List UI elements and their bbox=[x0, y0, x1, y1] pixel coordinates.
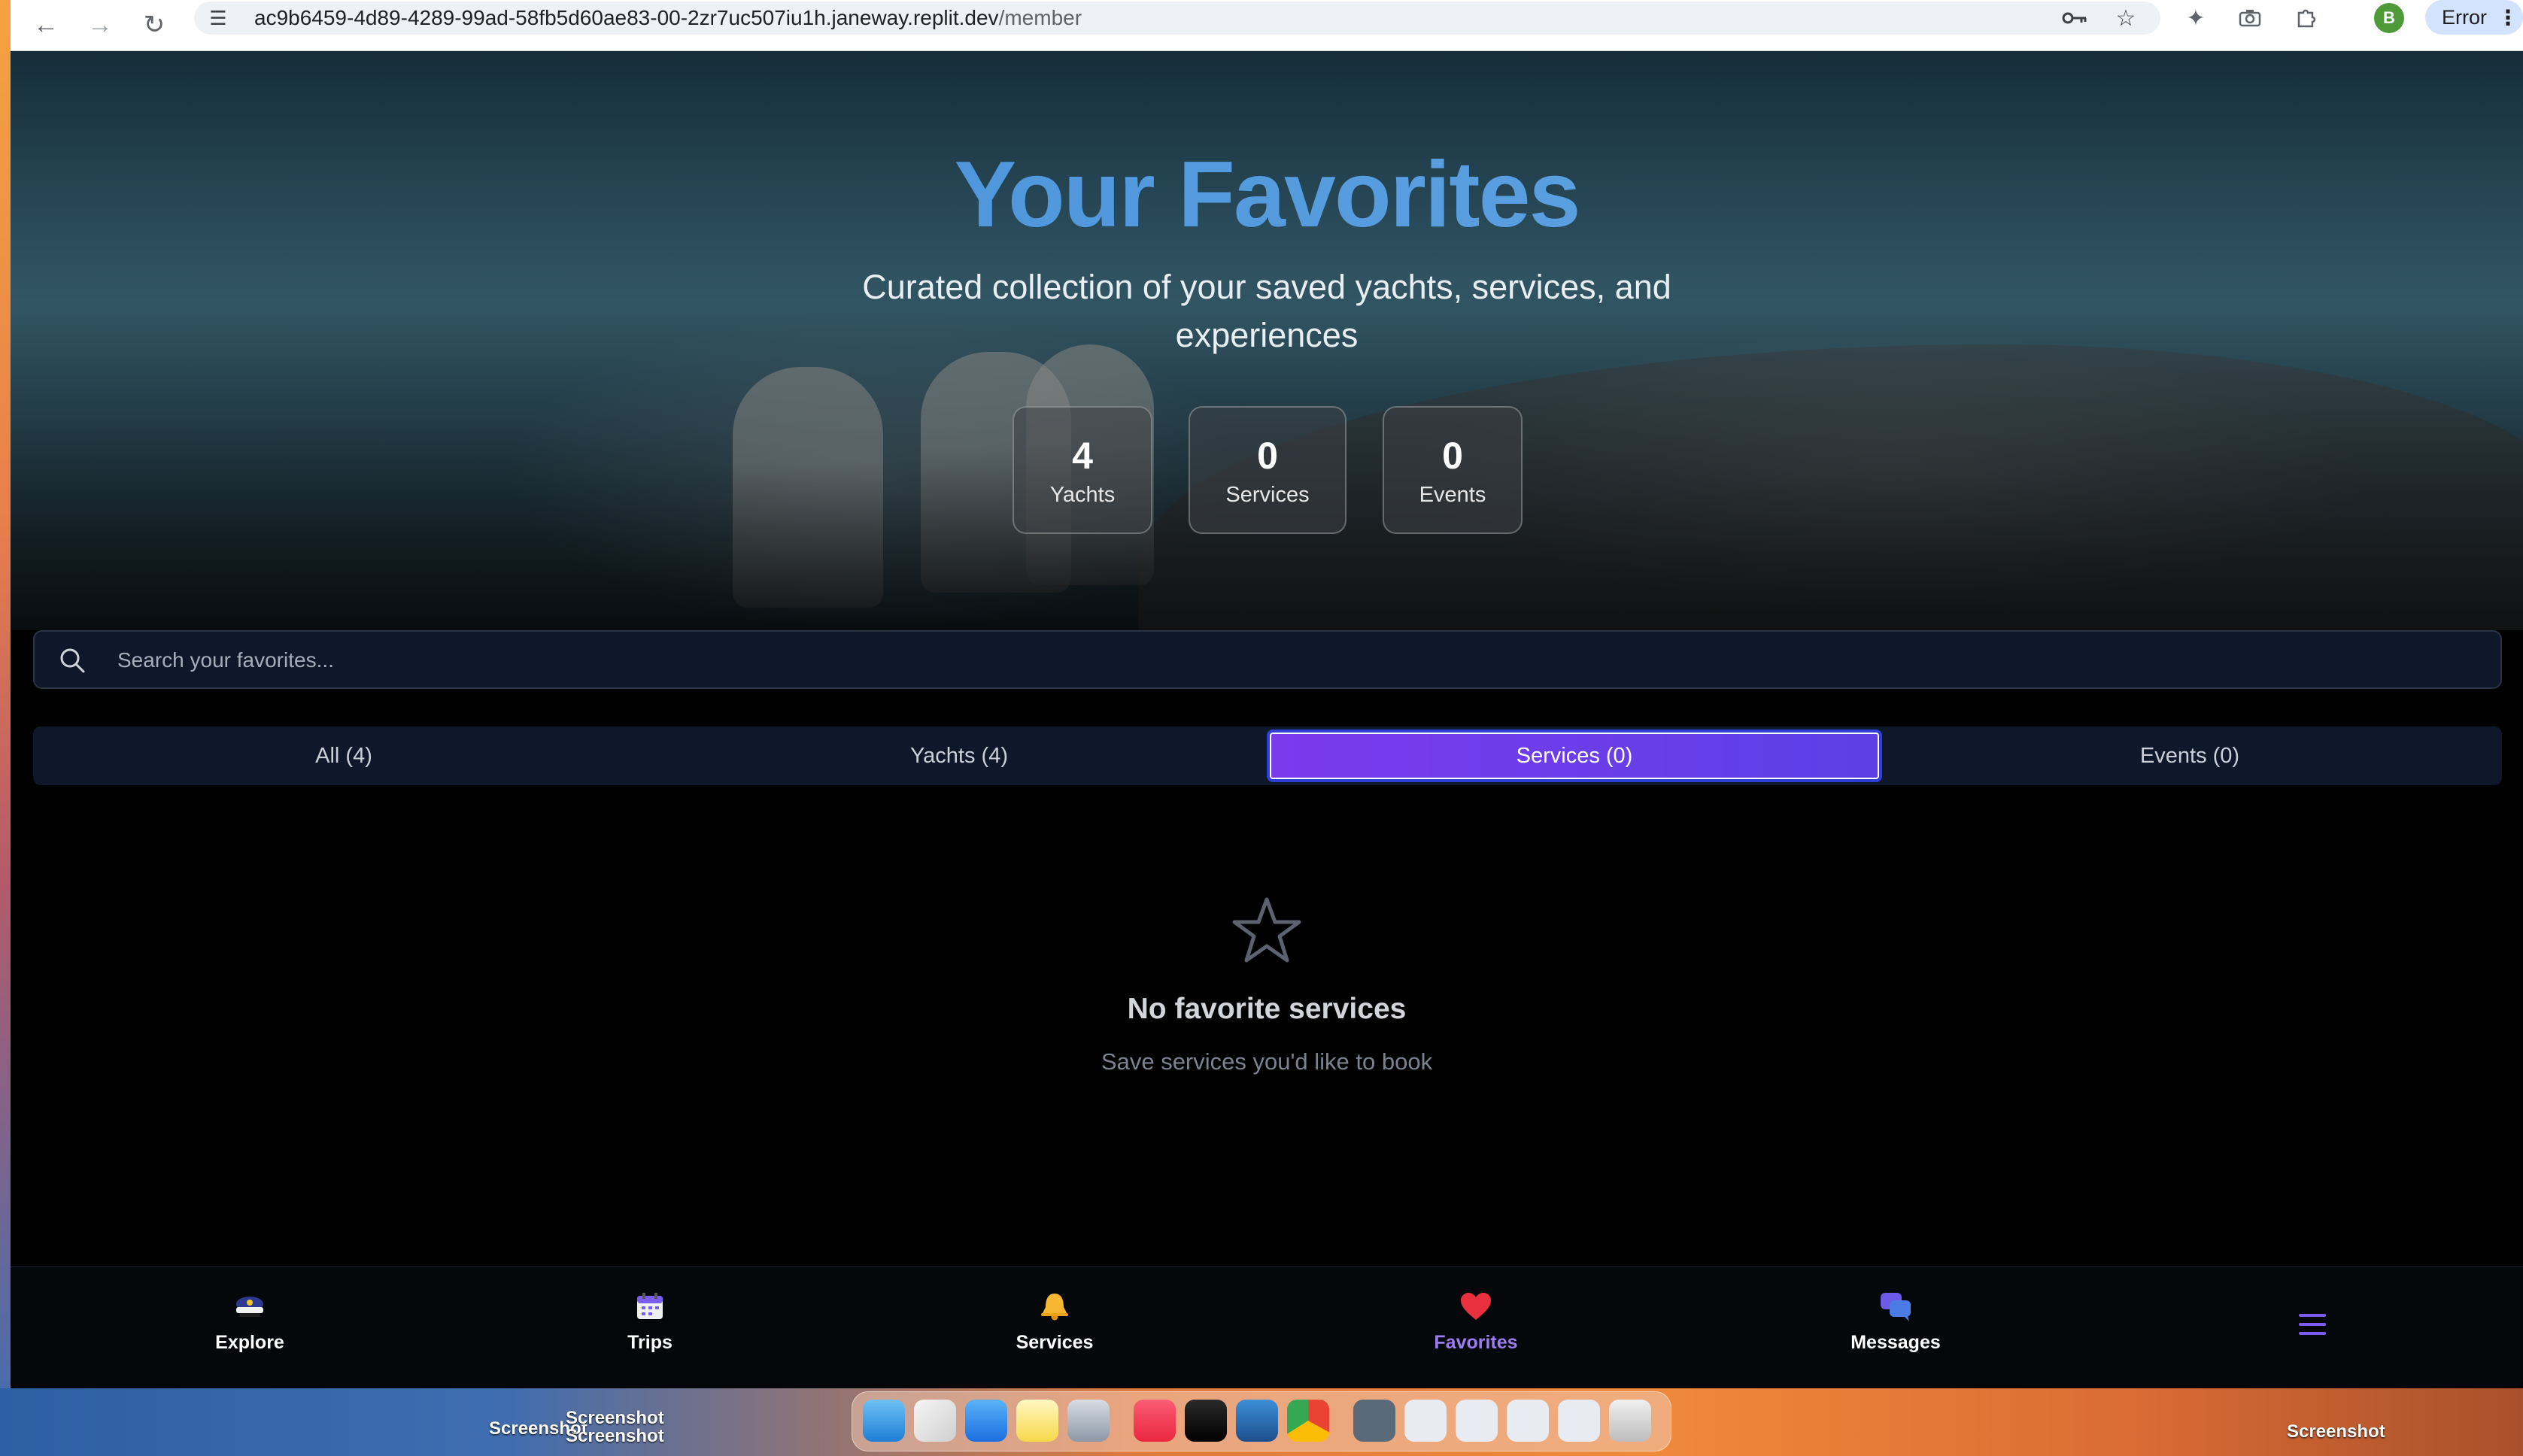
reload-icon[interactable]: ↻ bbox=[132, 3, 176, 47]
url-path: /member bbox=[998, 6, 1082, 29]
chat-bubbles-icon bbox=[1879, 1290, 1912, 1323]
notes-icon[interactable] bbox=[1016, 1400, 1058, 1442]
site-info-icon[interactable]: ☰ bbox=[206, 6, 230, 30]
star-outline-icon bbox=[1232, 897, 1301, 963]
profile-error-chip[interactable]: Error ⋮ bbox=[2425, 0, 2523, 35]
empty-state-title: No favorite services bbox=[1127, 993, 1407, 1025]
search-icon bbox=[60, 648, 85, 673]
nav-item-favorites[interactable]: Favorites bbox=[1401, 1290, 1551, 1373]
profile-avatar[interactable]: B bbox=[2374, 3, 2404, 33]
stat-value: 4 bbox=[1072, 434, 1093, 477]
member-app: Your Favorites Curated collection of you… bbox=[11, 51, 2523, 1388]
recent-window-icon[interactable] bbox=[1353, 1400, 1395, 1442]
hero-section: Your Favorites Curated collection of you… bbox=[11, 51, 2523, 630]
stat-label: Events bbox=[1419, 482, 1486, 507]
empty-state-subtitle: Save services you'd like to book bbox=[1101, 1048, 1433, 1075]
nav-item-explore[interactable]: Explore bbox=[175, 1290, 325, 1373]
nav-label: Favorites bbox=[1434, 1332, 1518, 1353]
address-bar[interactable]: ☰ ac9b6459-4d89-4289-99ad-58fb5d60ae83-0… bbox=[194, 2, 2160, 35]
macos-dock bbox=[852, 1391, 1671, 1451]
puzzle-icon[interactable] bbox=[2285, 3, 2326, 33]
desktop-file-label[interactable]: Screenshot bbox=[2287, 1421, 2385, 1442]
tab-services[interactable]: Services (0) bbox=[1267, 730, 1882, 782]
nav-item-services[interactable]: Services bbox=[979, 1290, 1130, 1373]
recent-window-icon[interactable] bbox=[1558, 1400, 1600, 1442]
nav-label: Services bbox=[1016, 1332, 1094, 1353]
tab-events[interactable]: Events (0) bbox=[1882, 730, 2497, 782]
forward-arrow-icon[interactable]: → bbox=[78, 3, 122, 47]
url-text[interactable]: ac9b6459-4d89-4289-99ad-58fb5d60ae83-00-… bbox=[254, 6, 1082, 30]
error-label: Error bbox=[2442, 5, 2487, 29]
music-icon[interactable] bbox=[1134, 1400, 1176, 1442]
chatgpt-icon[interactable] bbox=[1185, 1400, 1227, 1442]
page-subtitle: Curated collection of your saved yachts,… bbox=[862, 268, 1671, 354]
quicktime-icon[interactable] bbox=[1236, 1400, 1278, 1442]
bookmark-star-icon[interactable]: ☆ bbox=[2111, 5, 2141, 32]
favorites-tabs: All (4) Yachts (4) Services (0) Events (… bbox=[33, 726, 2502, 785]
preview-icon[interactable] bbox=[1067, 1400, 1110, 1442]
nav-label: Trips bbox=[627, 1332, 672, 1353]
back-arrow-icon[interactable]: ← bbox=[24, 3, 68, 47]
finder-icon[interactable] bbox=[863, 1400, 905, 1442]
chrome-icon[interactable] bbox=[1287, 1400, 1329, 1442]
bottom-navigation: Explore Trips Services Favorites Message… bbox=[11, 1266, 2523, 1388]
trash-icon[interactable] bbox=[1609, 1400, 1651, 1442]
heart-icon bbox=[1459, 1290, 1492, 1323]
recent-window-icon[interactable] bbox=[1507, 1400, 1549, 1442]
hamburger-menu-icon[interactable] bbox=[2297, 1311, 2327, 1338]
calendar-icon bbox=[633, 1290, 666, 1323]
nav-label: Explore bbox=[215, 1332, 284, 1353]
launchpad-icon[interactable] bbox=[914, 1400, 956, 1442]
stat-label: Services bbox=[1225, 482, 1310, 507]
url-host: ac9b6459-4d89-4289-99ad-58fb5d60ae83-00-… bbox=[254, 6, 999, 29]
stat-value: 0 bbox=[1442, 434, 1463, 477]
safari-icon[interactable] bbox=[965, 1400, 1007, 1442]
tab-yachts[interactable]: Yachts (4) bbox=[651, 730, 1267, 782]
recent-window-icon[interactable] bbox=[1404, 1400, 1447, 1442]
camera-icon[interactable] bbox=[2230, 3, 2270, 33]
search-input[interactable] bbox=[117, 639, 2464, 681]
recent-window-icon[interactable] bbox=[1456, 1400, 1498, 1442]
stat-card-events: 0 Events bbox=[1383, 406, 1523, 534]
captain-hat-icon bbox=[233, 1290, 266, 1323]
bell-icon bbox=[1038, 1290, 1071, 1323]
stat-card-services: 0 Services bbox=[1189, 406, 1347, 534]
nav-label: Messages bbox=[1851, 1332, 1941, 1353]
desktop-wallpaper-left bbox=[0, 0, 11, 1456]
page-title: Your Favorites bbox=[11, 141, 2523, 248]
stat-value: 0 bbox=[1257, 434, 1278, 477]
nav-item-messages[interactable]: Messages bbox=[1820, 1290, 1971, 1373]
browser-toolbar: ← → ↻ ☰ ac9b6459-4d89-4289-99ad-58fb5d60… bbox=[11, 0, 2523, 51]
stat-label: Yachts bbox=[1049, 482, 1116, 507]
nav-item-trips[interactable]: Trips bbox=[575, 1290, 725, 1373]
stat-card-yachts: 4 Yachts bbox=[1013, 406, 1152, 534]
tab-all[interactable]: All (4) bbox=[36, 730, 651, 782]
password-key-icon[interactable] bbox=[2060, 5, 2090, 32]
extension-icon[interactable]: ✦ bbox=[2175, 3, 2216, 33]
desktop-file-label[interactable]: Screenshot bbox=[566, 1426, 664, 1447]
kebab-menu-icon[interactable]: ⋮ bbox=[2497, 5, 2518, 30]
favorites-search[interactable] bbox=[33, 630, 2502, 689]
